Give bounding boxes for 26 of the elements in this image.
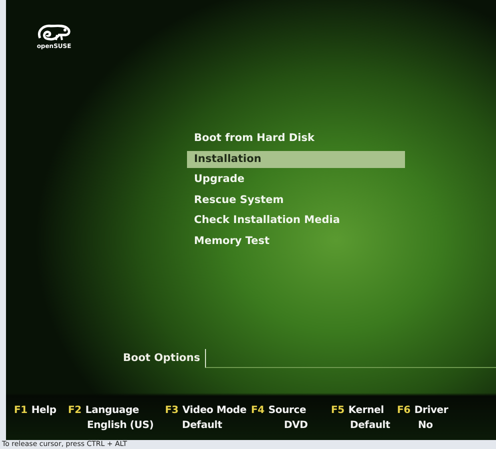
function-key-label: Video Mode bbox=[182, 405, 246, 416]
function-key-value: English (US) bbox=[87, 420, 154, 431]
boot-menu-item[interactable]: Rescue System bbox=[187, 190, 405, 210]
function-key[interactable]: F6 bbox=[397, 405, 410, 416]
boot-options-field[interactable] bbox=[205, 349, 496, 368]
function-key[interactable]: F3 bbox=[165, 405, 178, 416]
boot-menu-item[interactable]: Upgrade bbox=[187, 169, 405, 190]
boot-options-label: Boot Options bbox=[123, 351, 202, 364]
function-key-label: Help bbox=[31, 405, 56, 416]
boot-menu-item[interactable]: Memory Test bbox=[187, 230, 405, 251]
function-key-value: Default bbox=[350, 420, 390, 431]
function-key-value: No bbox=[418, 420, 433, 431]
function-key-label: Driver bbox=[414, 405, 448, 416]
chameleon-icon bbox=[37, 24, 71, 42]
function-key-label: Kernel bbox=[348, 405, 384, 416]
function-key[interactable]: F5 bbox=[331, 405, 344, 416]
boot-menu-item[interactable]: Check Installation Media bbox=[187, 210, 405, 230]
function-key[interactable]: F1 bbox=[14, 405, 28, 416]
function-key-label: Language bbox=[85, 405, 139, 416]
function-key-value: Default bbox=[182, 420, 222, 431]
function-key-value: DVD bbox=[284, 420, 308, 431]
function-key[interactable]: F2 bbox=[68, 405, 82, 416]
function-key-label: Source bbox=[268, 405, 306, 416]
function-key[interactable]: F4 bbox=[251, 405, 264, 416]
boot-menu-item[interactable]: Boot from Hard Disk bbox=[187, 128, 405, 148]
boot-menu-item[interactable]: Installation bbox=[187, 150, 405, 168]
